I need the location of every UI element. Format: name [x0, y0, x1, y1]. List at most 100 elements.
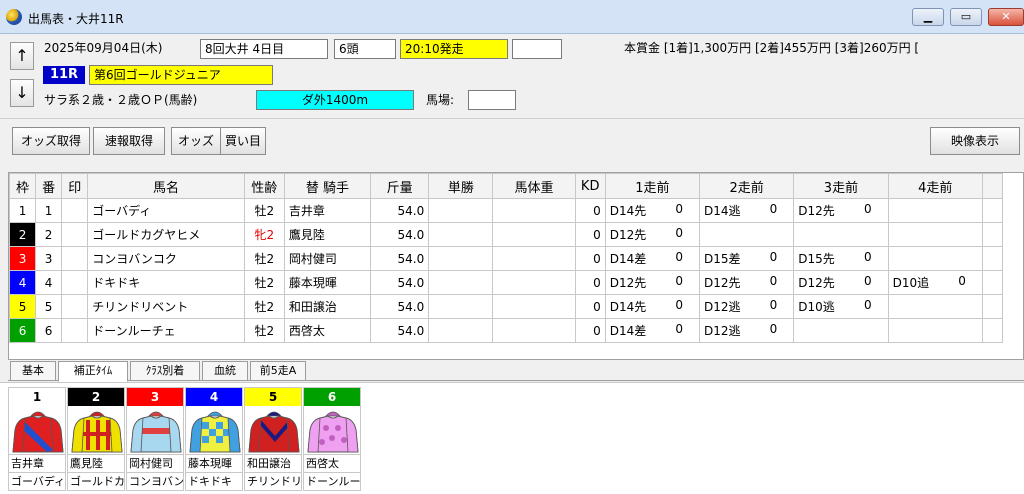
horse-number-cell: 5 [35, 294, 63, 319]
prev-run-3-cell [793, 318, 889, 343]
silk-number: 6 [304, 388, 360, 406]
grid-header-cell[interactable]: 印 [61, 173, 89, 199]
jockey-silk-icon [68, 406, 124, 454]
silk-number: 4 [186, 388, 242, 406]
silk-card[interactable]: 1 吉井章 ゴーバディ [8, 387, 66, 491]
table-row[interactable]: 2 2 ゴールドカグヤヒメ 牝2 鷹見陸 54.0 0 D12先 0 [8, 222, 1004, 247]
prev-run-summary: D12先 [798, 276, 835, 290]
table-row[interactable]: 3 3 コンヨバンコク 牡2 岡村健司 54.0 0 D14差 0 D15差 0 D15先 0 [8, 246, 1004, 271]
jockey-cell: 鷹見陸 [283, 222, 372, 247]
win-odds-cell [428, 246, 494, 271]
body-weight-cell [492, 270, 576, 295]
horse-number-cell: 4 [35, 270, 63, 295]
grid-header-cell[interactable]: 枠 [8, 173, 37, 199]
row-filler [981, 198, 1004, 223]
grid-header-cell[interactable]: 単勝 [428, 173, 494, 199]
grid-header-cell[interactable]: 3走前 [793, 173, 889, 199]
horse-name-cell: ドキドキ [87, 270, 245, 295]
table-row[interactable]: 1 1 ゴーバディ 牡2 吉井章 54.0 0 D14先 0 D14逃 0 D12先 0 [8, 198, 1004, 223]
grid-header-cell[interactable]: 性齢 [243, 173, 285, 199]
silk-card[interactable]: 3 岡村健司コンヨバンコク [126, 387, 184, 491]
grid-header-cell[interactable]: 替 騎手 [283, 173, 372, 199]
body-weight-cell [492, 318, 576, 343]
weight-cell: 54.0 [370, 294, 430, 319]
silk-card[interactable]: 2 鷹見陸ゴールドカグヤヒメ [67, 387, 125, 491]
prev-run-place: 0 [769, 274, 778, 288]
close-button[interactable]: ✕ [988, 8, 1024, 26]
heads-field: 6頭 [334, 39, 396, 59]
prev-run-place: 0 [675, 322, 684, 336]
prev-run-1-cell: D14先 0 [604, 294, 701, 319]
grid-header-cell[interactable]: 1走前 [604, 173, 701, 199]
jockey-silk-icon [9, 406, 65, 454]
prev-run-place: 0 [675, 226, 684, 240]
grid-header-cell[interactable]: 馬名 [87, 173, 245, 199]
kd-cell: 0 [574, 294, 606, 319]
prev-run-summary: D14先 [609, 204, 647, 218]
grid-header-cell[interactable]: 2走前 [699, 173, 795, 199]
odds-button[interactable]: オッズ [171, 127, 221, 155]
table-row[interactable]: 6 6 ドーンルーチェ 牡2 西啓太 54.0 0 D14差 0 D12逃 0 [8, 318, 1004, 343]
prev-run-3-cell: D15先 0 [793, 246, 889, 271]
table-row[interactable]: 4 4 ドキドキ 牡2 藤本現暉 54.0 0 D12先 0 D12先 0 D12先 0 D10追 0 [8, 270, 1004, 295]
prev-run-summary: D14先 [609, 300, 647, 314]
tab-pedigree[interactable]: 血統 [202, 361, 248, 381]
race-number: 11R [43, 66, 85, 84]
grid-header-cell[interactable]: 4走前 [887, 173, 983, 199]
grid-header-cell[interactable]: 斤量 [370, 173, 430, 199]
table-row[interactable]: 5 5 チリンドリベント 牡2 和田譲治 54.0 0 D14先 0 D12逃 0 D10逃 0 [8, 294, 1004, 319]
silk-horse-name: コンヨバンコク [127, 472, 183, 490]
row-filler [981, 270, 1004, 295]
tab-basic[interactable]: 基本 [10, 361, 56, 381]
silk-jockey-name: 藤本現暉 [186, 454, 242, 472]
silk-horse-name: ドーンルーチェ [304, 472, 360, 490]
grid-header-cell[interactable]: KD [574, 173, 606, 199]
row-filler [981, 222, 1004, 247]
tab-corrected-time[interactable]: 補正ﾀｲﾑ [58, 361, 128, 382]
kd-cell: 0 [574, 246, 606, 271]
silk-card[interactable]: 6 西啓太ドーンルーチェ [303, 387, 361, 491]
track-condition-field[interactable] [468, 90, 516, 110]
next-race-button[interactable]: ↓ [10, 79, 34, 107]
prev-run-place: 0 [675, 274, 684, 288]
silk-card[interactable]: 5 和田譲治チリンドリベント [244, 387, 302, 491]
horse-number-cell: 3 [35, 246, 63, 271]
get-flash-button[interactable]: 速報取得 [93, 127, 165, 155]
grid-header-cell[interactable]: 番 [35, 173, 63, 199]
tab-prev5-a[interactable]: 前5走A [250, 361, 306, 381]
race-header: ↑ ↓ 2025年09月04日(木) 8回大井 4日目 6頭 20:10発走 本… [0, 35, 1024, 115]
waku-cell: 3 [8, 246, 37, 271]
row-filler [981, 318, 1004, 343]
prev-run-place: 0 [675, 202, 684, 216]
video-button[interactable]: 映像表示 [930, 127, 1020, 155]
horse-number-cell: 2 [35, 222, 63, 247]
prev-run-place: 0 [863, 250, 872, 264]
jockey-silk-icon [304, 406, 360, 454]
grid-header-cell[interactable]: 馬体重 [492, 173, 576, 199]
prev-run-place: 0 [675, 298, 684, 312]
buy-button[interactable]: 買い目 [220, 127, 266, 155]
prev-run-4-cell [887, 198, 983, 223]
silk-horse-name: チリンドリベント [245, 472, 301, 490]
prev-run-2-cell: D12先 0 [699, 270, 795, 295]
prev-run-summary: D12先 [609, 228, 647, 242]
silk-card[interactable]: 4 藤本現暉 ドキドキ [185, 387, 243, 491]
track-condition-label: 馬場: [426, 93, 455, 107]
prev-run-2-cell: D12逃 0 [699, 318, 795, 343]
maximize-button[interactable]: ▭ [950, 8, 982, 26]
entry-grid[interactable]: 枠番印馬名 性齢替 騎手 斤量 単勝 馬体重 KD 1走前 2走前 3走前 4走前 1 1 ゴーバディ… [8, 172, 1024, 360]
blank-field [512, 39, 562, 59]
horse-name-cell: ゴールドカグヤヒメ [87, 222, 245, 247]
tab-class-finish[interactable]: ｸﾗｽ別着 [130, 361, 200, 381]
prev-run-place: 0 [769, 250, 778, 264]
minimize-button[interactable]: ▁ [912, 8, 944, 26]
prev-run-summary: D14差 [609, 252, 647, 266]
prev-run-place: 0 [675, 250, 684, 264]
prize-info: 本賞金 [1着]1,300万円 [2着]455万円 [3着]260万円 [ [624, 41, 920, 55]
prev-run-summary: D10追 [892, 276, 930, 290]
row-filler [981, 294, 1004, 319]
jockey-cell: 和田譲治 [283, 294, 372, 319]
get-odds-button[interactable]: オッズ取得 [12, 127, 90, 155]
prev-race-button[interactable]: ↑ [10, 42, 34, 70]
jockey-cell: 西啓太 [283, 318, 372, 343]
